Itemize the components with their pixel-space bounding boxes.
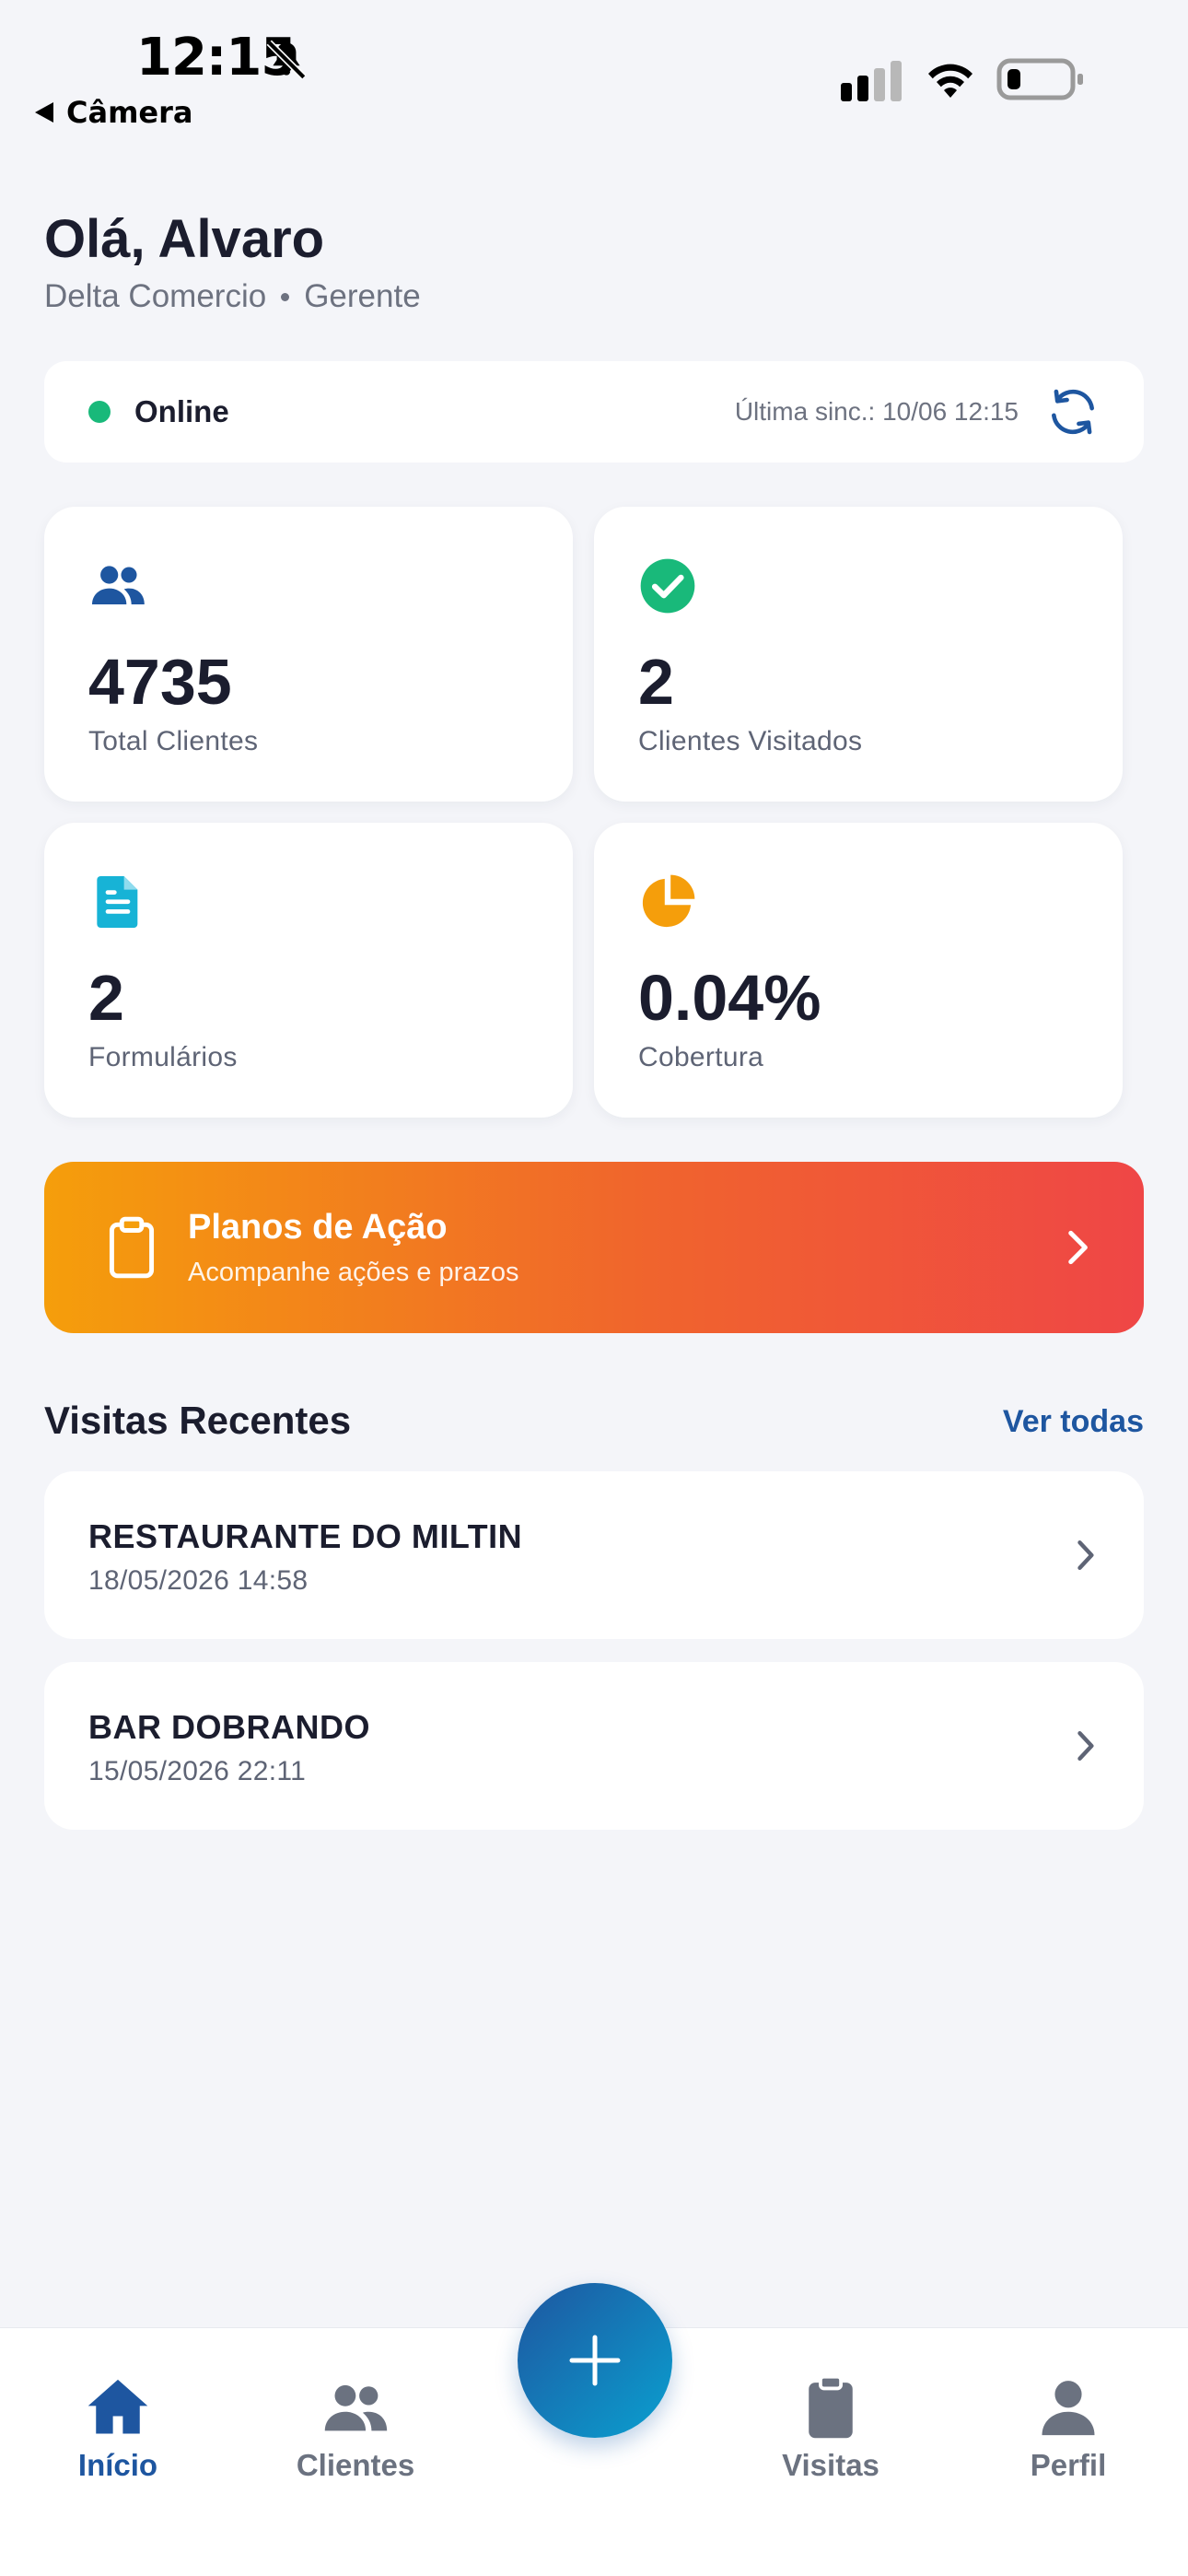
chevron-right-icon — [1077, 1731, 1094, 1761]
stat-value: 4735 — [88, 646, 232, 718]
nav-tab-visitas[interactable]: Visitas — [739, 2372, 923, 2483]
battery-icon — [996, 58, 1083, 100]
users-icon — [324, 2384, 388, 2431]
stat-card-total-clientes[interactable]: 4735 Total Clientes — [44, 507, 573, 802]
visit-list-item[interactable]: RESTAURANTE DO MILTIN 18/05/2026 14:58 — [44, 1471, 1144, 1639]
pie-chart-icon — [642, 874, 695, 928]
planos-de-acao-banner[interactable]: Planos de Ação Acompanhe ações e prazos — [44, 1162, 1144, 1333]
back-to-app-button[interactable]: Câmera — [35, 95, 193, 130]
company-name: Delta Comercio — [44, 278, 267, 314]
nav-label: Perfil — [1030, 2448, 1107, 2482]
greeting-title: Olá, Alvaro — [44, 209, 325, 269]
stat-label: Clientes Visitados — [638, 726, 863, 756]
check-circle-icon — [640, 558, 695, 614]
back-caret-icon — [35, 102, 53, 123]
user-role: Gerente — [304, 278, 421, 314]
stat-label: Cobertura — [638, 1042, 764, 1072]
nav-tab-inicio[interactable]: Início — [26, 2372, 210, 2483]
online-status-dot — [88, 401, 111, 423]
nav-tab-clientes[interactable]: Clientes — [263, 2372, 448, 2483]
last-sync-time: Última sinc.: 10/06 12:15 — [734, 397, 1019, 426]
stat-value: 2 — [638, 646, 674, 718]
stat-card-formularios[interactable]: 2 Formulários — [44, 823, 573, 1118]
users-icon — [92, 566, 145, 604]
nav-label: Clientes — [296, 2448, 415, 2482]
clipboard-icon — [109, 1216, 155, 1279]
bell-off-icon — [266, 40, 307, 80]
visit-list-item[interactable]: BAR DOBRANDO 15/05/2026 22:11 — [44, 1662, 1144, 1830]
nav-label: Visitas — [782, 2448, 879, 2482]
chevron-right-icon — [1068, 1230, 1088, 1265]
stat-card-clientes-visitados[interactable]: 2 Clientes Visitados — [594, 507, 1123, 802]
document-icon — [97, 876, 138, 928]
user-icon — [1042, 2381, 1095, 2436]
online-status-label: Online — [134, 394, 229, 428]
separator-dot — [281, 292, 290, 301]
see-all-link[interactable]: Ver todas — [1003, 1404, 1144, 1440]
plus-icon — [569, 2335, 621, 2386]
company-role-subtitle: Delta Comercio Gerente — [44, 278, 421, 315]
nav-label: Início — [77, 2448, 158, 2482]
home-icon — [87, 2379, 148, 2434]
sync-status-bar: Online Última sinc.: 10/06 12:15 — [44, 361, 1144, 463]
refresh-icon[interactable] — [1044, 383, 1101, 440]
visit-client-name: RESTAURANTE DO MILTIN — [88, 1517, 523, 1555]
stat-label: Total Clientes — [88, 726, 259, 756]
stat-label: Formulários — [88, 1042, 238, 1072]
back-app-label: Câmera — [66, 95, 193, 130]
stat-value: 0.04% — [638, 962, 821, 1034]
recent-visits-title: Visitas Recentes — [44, 1399, 352, 1442]
wifi-icon — [928, 64, 973, 98]
visit-date: 15/05/2026 22:11 — [88, 1756, 307, 1786]
chevron-right-icon — [1077, 1540, 1094, 1570]
stat-value: 2 — [88, 962, 124, 1034]
nav-tab-perfil[interactable]: Perfil — [976, 2372, 1160, 2483]
clipboard-icon — [809, 2374, 853, 2439]
banner-title: Planos de Ação — [188, 1208, 448, 1247]
banner-subtitle: Acompanhe ações e prazos — [188, 1258, 519, 1287]
stat-card-cobertura[interactable]: 0.04% Cobertura — [594, 823, 1123, 1118]
cellular-signal-icon — [841, 61, 902, 101]
add-new-button[interactable] — [518, 2283, 672, 2438]
visit-client-name: BAR DOBRANDO — [88, 1708, 370, 1746]
visit-date: 18/05/2026 14:58 — [88, 1565, 309, 1596]
